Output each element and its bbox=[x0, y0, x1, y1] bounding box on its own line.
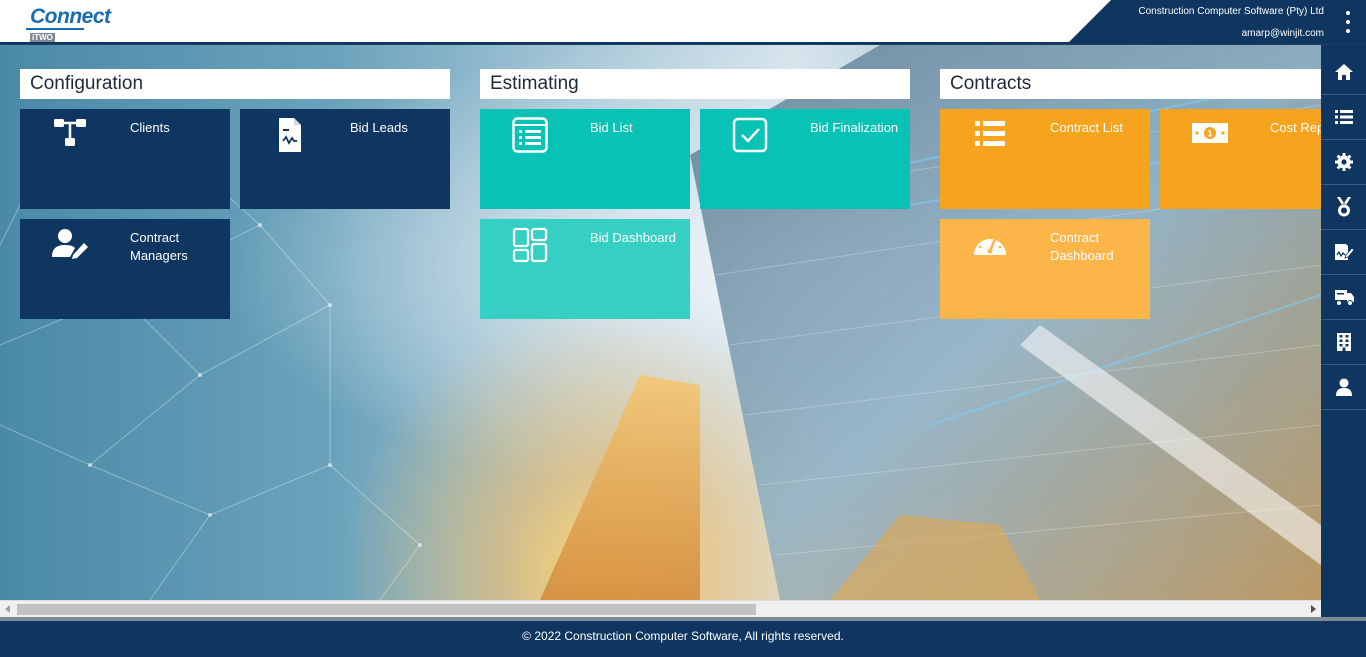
user-email: amarp@winjit.com bbox=[1241, 28, 1324, 39]
list-document-icon bbox=[512, 117, 548, 153]
page-footer: © 2022 Construction Computer Software, A… bbox=[0, 621, 1366, 657]
checkbox-icon bbox=[732, 117, 768, 153]
right-sidebar bbox=[1321, 45, 1366, 620]
user-icon bbox=[1335, 378, 1352, 396]
money-bill-icon: 1 bbox=[1192, 123, 1228, 143]
scrollbar-thumb[interactable] bbox=[17, 604, 756, 615]
logo-text: Connect bbox=[30, 5, 111, 28]
sidebar-item-home[interactable] bbox=[1321, 50, 1366, 95]
user-edit-icon bbox=[52, 229, 88, 259]
list-icon bbox=[1334, 110, 1353, 124]
logo-underline bbox=[26, 28, 84, 30]
tile-label: Bid Dashboard bbox=[590, 230, 676, 245]
tile-bid-dashboard[interactable]: Bid Dashboard bbox=[480, 219, 690, 319]
sidebar-item-awards[interactable] bbox=[1321, 185, 1366, 230]
sidebar-item-profile[interactable] bbox=[1321, 365, 1366, 410]
sidebar-item-buildings[interactable] bbox=[1321, 320, 1366, 365]
section-title-estimating: Estimating bbox=[480, 69, 910, 99]
bulleted-list-icon bbox=[975, 121, 1005, 146]
tile-contract-managers[interactable]: Contract Managers bbox=[20, 219, 230, 319]
tile-contract-list[interactable]: Contract List bbox=[940, 109, 1150, 209]
kebab-menu-icon[interactable] bbox=[1344, 11, 1352, 33]
medal-icon bbox=[1336, 197, 1351, 217]
hierarchy-icon bbox=[54, 119, 86, 146]
sidebar-item-list[interactable] bbox=[1321, 95, 1366, 140]
tile-label: Bid Finalization bbox=[810, 120, 899, 135]
horizontal-scrollbar[interactable] bbox=[0, 600, 1321, 617]
section-title-contracts: Contracts bbox=[940, 69, 1321, 99]
tile-label: Bid List bbox=[590, 120, 633, 135]
truck-icon bbox=[1334, 290, 1354, 306]
tile-bid-finalization[interactable]: Bid Finalization bbox=[700, 109, 910, 209]
building-icon bbox=[1336, 333, 1351, 351]
tile-label: Bid Leads bbox=[350, 120, 408, 135]
home-icon bbox=[1334, 64, 1353, 80]
tile-clients[interactable]: Clients bbox=[20, 109, 230, 209]
gear-icon bbox=[1334, 153, 1353, 171]
svg-text:1: 1 bbox=[1207, 129, 1212, 139]
tile-label: Contract Managers bbox=[130, 230, 188, 263]
app-logo[interactable]: Connect iTWO bbox=[30, 6, 111, 44]
sidebar-item-sign[interactable] bbox=[1321, 230, 1366, 275]
sidebar-item-delivery[interactable] bbox=[1321, 275, 1366, 320]
tile-label: Clients bbox=[130, 120, 170, 135]
tile-contract-dashboard[interactable]: Contract Dashboard bbox=[940, 219, 1150, 319]
tile-cost-reports[interactable]: 1 Cost Reports bbox=[1160, 109, 1321, 209]
header-divider bbox=[0, 42, 1366, 44]
sidebar-item-settings[interactable] bbox=[1321, 140, 1366, 185]
scroll-right-arrow-icon[interactable] bbox=[1311, 605, 1316, 613]
tile-bid-leads[interactable]: Bid Leads bbox=[240, 109, 450, 209]
company-name: Construction Computer Software (Pty) Ltd bbox=[1138, 6, 1324, 17]
signature-icon bbox=[1334, 244, 1354, 260]
tile-bid-list[interactable]: Bid List bbox=[480, 109, 690, 209]
tile-label: Cost Reports bbox=[1270, 120, 1321, 135]
section-title-configuration: Configuration bbox=[20, 69, 450, 99]
dashboard-background: Configuration Clients Bid Leads Contract… bbox=[0, 45, 1321, 600]
scroll-left-arrow-icon[interactable] bbox=[5, 605, 10, 613]
tile-label: Contract Dashboard bbox=[1050, 230, 1114, 263]
dashboard-layout-icon bbox=[512, 227, 548, 263]
app-header: Connect iTWO Construction Computer Softw… bbox=[0, 0, 1366, 44]
document-signature-icon bbox=[279, 118, 301, 152]
speedometer-icon bbox=[974, 234, 1006, 255]
tile-label: Contract List bbox=[1050, 120, 1123, 135]
logo-subtext: iTWO bbox=[30, 33, 55, 42]
footer-copyright: © 2022 Construction Computer Software, A… bbox=[522, 629, 844, 643]
